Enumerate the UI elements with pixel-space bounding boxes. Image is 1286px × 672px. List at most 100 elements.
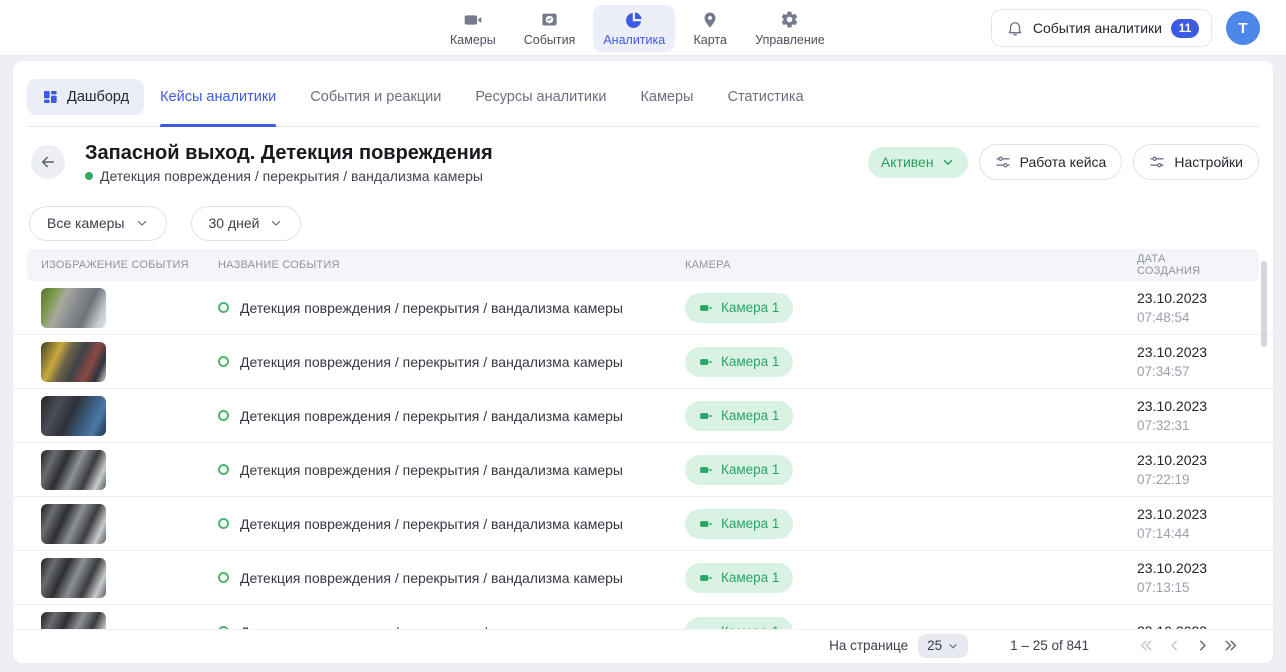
camera-badge[interactable]: Камера 1	[685, 455, 793, 485]
nav-item-events[interactable]: События	[514, 5, 586, 52]
camera-badge[interactable]: Камера 1	[685, 347, 793, 377]
previous-page-button[interactable]	[1161, 633, 1187, 659]
event-thumbnail[interactable]	[41, 504, 106, 544]
event-thumbnail[interactable]	[41, 396, 106, 436]
user-avatar[interactable]: T	[1226, 11, 1260, 45]
table-row[interactable]: Детекция повреждения / перекрытия / ванд…	[13, 551, 1273, 605]
camera-badge[interactable]: Камера 1	[685, 293, 793, 323]
tabs-row: Дашборд Кейсы аналитики События и реакци…	[13, 61, 1273, 127]
analytics-case-card: Дашборд Кейсы аналитики События и реакци…	[12, 60, 1274, 664]
status-label: Активен	[881, 154, 934, 170]
table-row[interactable]: Детекция повреждения / перекрытия / ванд…	[13, 497, 1273, 551]
camera-badge-label: Камера 1	[721, 300, 779, 315]
tab-analytics-resources-label: Ресурсы аналитики	[475, 89, 606, 105]
camera-badge[interactable]: Камера 1	[685, 401, 793, 431]
table-row[interactable]: Детекция повреждения / перекрытия / ванд…	[13, 389, 1273, 443]
content-area: Дашборд Кейсы аналитики События и реакци…	[0, 56, 1286, 672]
chevron-down-icon	[941, 155, 955, 169]
event-thumbnail[interactable]	[41, 288, 106, 328]
camera-filter-dropdown[interactable]: Все камеры	[29, 206, 167, 241]
tab-dashboard[interactable]: Дашборд	[27, 79, 144, 115]
tab-cameras[interactable]: Камеры	[640, 67, 693, 127]
per-page-value: 25	[927, 638, 942, 653]
column-header-name: НАЗВАНИЕ СОБЫТИЯ	[218, 259, 685, 271]
first-page-button[interactable]	[1133, 633, 1159, 659]
events-table-body: Детекция повреждения / перекрытия / ванд…	[13, 281, 1273, 637]
nav-label-management: Управление	[755, 33, 825, 47]
camera-badge-icon	[699, 355, 713, 369]
back-button[interactable]	[31, 145, 65, 179]
dashboard-icon	[42, 89, 58, 105]
top-right-controls: События аналитики 11 T	[991, 0, 1260, 56]
bell-icon	[1006, 19, 1024, 37]
main-navigation: Камеры События Аналитика Карта	[440, 0, 835, 56]
event-name: Детекция повреждения / перекрытия / ванд…	[240, 300, 623, 316]
camera-badge-label: Камера 1	[721, 462, 779, 477]
sliders-icon	[995, 154, 1011, 170]
table-row[interactable]: Детекция повреждения / перекрытия / ванд…	[13, 335, 1273, 389]
event-thumbnail[interactable]	[41, 342, 106, 382]
event-date: 23.10.2023	[1137, 397, 1273, 416]
period-filter-dropdown[interactable]: 30 дней	[191, 206, 302, 241]
camera-badge-label: Камера 1	[721, 354, 779, 369]
per-page-dropdown[interactable]: 25	[918, 634, 968, 658]
camera-badge[interactable]: Камера 1	[685, 563, 793, 593]
status-dropdown[interactable]: Активен	[868, 147, 968, 178]
nav-item-analytics[interactable]: Аналитика	[593, 5, 675, 52]
tab-analytics-resources[interactable]: Ресурсы аналитики	[475, 67, 606, 127]
event-status-ring-icon	[218, 572, 229, 583]
event-date: 23.10.2023	[1137, 505, 1273, 524]
vertical-scrollbar-thumb[interactable]	[1261, 261, 1267, 347]
camera-badge[interactable]: Камера 1	[685, 509, 793, 539]
camera-badge-label: Камера 1	[721, 570, 779, 585]
table-row[interactable]: Детекция повреждения / перекрытия / ванд…	[13, 443, 1273, 497]
pager-controls	[1133, 633, 1243, 659]
event-name: Детекция повреждения / перекрытия / ванд…	[240, 408, 623, 424]
tab-analytics-cases[interactable]: Кейсы аналитики	[160, 67, 276, 127]
settings-label: Настройки	[1174, 154, 1243, 170]
event-time: 07:34:57	[1137, 362, 1273, 381]
analytics-events-button[interactable]: События аналитики 11	[991, 9, 1212, 47]
nav-item-cameras[interactable]: Камеры	[440, 5, 506, 52]
event-date: 23.10.2023	[1137, 343, 1273, 362]
column-header-date: ДАТА СОЗДАНИЯ	[1137, 253, 1215, 277]
tab-events-reactions[interactable]: События и реакции	[310, 67, 441, 127]
tab-events-reactions-label: События и реакции	[310, 89, 441, 105]
next-page-button[interactable]	[1189, 633, 1215, 659]
event-thumbnail[interactable]	[41, 558, 106, 598]
event-status-ring-icon	[218, 410, 229, 421]
camera-badge-label: Камера 1	[721, 516, 779, 531]
double-chevron-right-icon	[1222, 637, 1239, 654]
event-name: Детекция повреждения / перекрытия / ванд…	[240, 354, 623, 370]
nav-label-analytics: Аналитика	[603, 33, 665, 47]
filters-row: Все камеры 30 дней	[13, 197, 1273, 243]
tab-statistics[interactable]: Статистика	[727, 67, 803, 127]
camera-filter-label: Все камеры	[47, 215, 125, 231]
pie-chart-icon	[624, 10, 644, 30]
column-header-camera: КАМЕРА	[685, 259, 1137, 271]
nav-item-map[interactable]: Карта	[683, 5, 737, 52]
last-page-button[interactable]	[1217, 633, 1243, 659]
case-work-button[interactable]: Работа кейса	[979, 144, 1123, 180]
camera-badge-icon	[699, 301, 713, 315]
double-chevron-left-icon	[1138, 637, 1155, 654]
nav-label-events: События	[524, 33, 576, 47]
table-row[interactable]: Детекция повреждения / перекрытия / ванд…	[13, 281, 1273, 335]
notification-count-badge: 11	[1171, 19, 1199, 38]
event-status-ring-icon	[218, 302, 229, 313]
tab-analytics-cases-label: Кейсы аналитики	[160, 89, 276, 105]
pagination-range: 1 – 25 of 841	[1010, 638, 1089, 653]
case-subtitle-row: Детекция повреждения / перекрытия / ванд…	[85, 168, 493, 184]
event-thumbnail[interactable]	[41, 450, 106, 490]
pagination-bar: На странице 25 1 – 25 of 841	[13, 630, 1273, 663]
event-date: 23.10.2023	[1137, 451, 1273, 470]
column-header-image: ИЗОБРАЖЕНИЕ СОБЫТИЯ	[41, 259, 218, 271]
camera-badge-icon	[699, 517, 713, 531]
nav-label-map: Карта	[693, 33, 726, 47]
nav-item-management[interactable]: Управление	[745, 5, 835, 52]
top-bar: Камеры События Аналитика Карта	[0, 0, 1286, 56]
event-status-ring-icon	[218, 518, 229, 529]
per-page-label: На странице	[829, 638, 908, 653]
case-actions: Активен Работа кейса	[868, 144, 1259, 180]
settings-button[interactable]: Настройки	[1133, 144, 1259, 180]
